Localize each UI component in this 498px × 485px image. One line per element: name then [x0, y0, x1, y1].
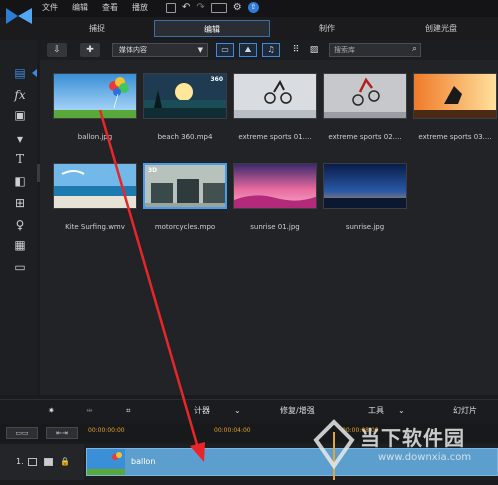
track-header: 1. 🔒 [0, 444, 84, 480]
title-room-icon[interactable]: T [13, 152, 27, 166]
video-filter-icon[interactable]: ▭ [216, 43, 234, 57]
media-item-sunrise-01[interactable]: sunrise 01.jpg [233, 163, 317, 231]
menu-file[interactable]: 文件 [42, 2, 58, 14]
save-icon[interactable] [166, 2, 176, 13]
particle-room-icon[interactable]: ▾ [13, 132, 27, 146]
storyboard-view-icon[interactable]: ▭▭ [6, 427, 38, 439]
powerdirector-window: 文件 编辑 查看 播放 ↶ ↷ ⚙ ⇧ 捕捉 编辑 制作 创建光盘 ▤ fx ▣… [0, 0, 498, 485]
chapter-room-icon[interactable]: ▦ [13, 238, 27, 252]
designer-button[interactable]: 计器 [194, 404, 210, 418]
media-item-tag: 360 [210, 76, 223, 83]
chevron-down-icon: ▼ [197, 46, 203, 54]
update-badge-icon[interactable]: ⇧ [247, 2, 259, 13]
magic-tools-icon[interactable]: ✷ [48, 404, 55, 418]
media-item-ballon[interactable]: ballon.jpg [53, 73, 137, 141]
undo-icon[interactable]: ↶ [182, 2, 190, 13]
media-item-extreme-sports-03[interactable]: extreme sports 03.... [413, 73, 497, 141]
ruler-tick: 00:00:00:00 [88, 427, 125, 434]
media-thumbnail-selected: 3D [143, 163, 227, 209]
media-library: ⇩ ✚ 媒体内容 ▼ ▭ ⛰ ♫ ⠿ ▨ 搜索库 ⌕ ballon.jpg 36… [40, 40, 498, 395]
room-rail: ▤ fx ▣ ▾ T ◧ ⊞ ♀ ▦ ▭ [0, 40, 37, 395]
media-item-label: Kite Surfing.wmv [65, 223, 125, 231]
media-item-sunrise[interactable]: sunrise.jpg [323, 163, 407, 231]
media-item-label: sunrise 01.jpg [250, 223, 300, 231]
image-filter-icon[interactable]: ⛰ [239, 43, 257, 57]
settings-gear-icon[interactable]: ⚙ [233, 2, 242, 13]
media-thumbnail [233, 163, 317, 209]
media-thumbnail [53, 163, 137, 209]
redo-icon[interactable]: ↷ [196, 2, 204, 13]
media-filter-select[interactable]: 媒体内容 ▼ [112, 43, 208, 57]
watermark-text: 当下软件园 [360, 426, 465, 450]
clip-thumbnail [87, 449, 125, 475]
media-item-label: beach 360.mp4 [157, 133, 213, 141]
audio-mixing-icon[interactable]: ⊞ [13, 196, 27, 210]
tab-capture[interactable]: 捕捉 [40, 20, 154, 37]
media-thumbnail [413, 73, 497, 119]
mode-tabs: 捕捉 编辑 制作 创建光盘 [40, 20, 498, 37]
split-icon[interactable]: ⇹ [86, 404, 93, 418]
menu-view[interactable]: 查看 [102, 2, 118, 14]
transition-room-icon[interactable]: ◧ [13, 174, 27, 188]
menu-edit[interactable]: 编辑 [72, 2, 88, 14]
tab-produce[interactable]: 制作 [270, 20, 384, 37]
media-item-beach-360[interactable]: 360 beach 360.mp4 [143, 73, 227, 141]
media-thumbnail [233, 73, 317, 119]
media-filter-value: 媒体内容 [119, 46, 147, 54]
media-thumbnail [323, 163, 407, 209]
ruler-tick: 00:00:04:00 [214, 427, 251, 434]
media-item-label: motorcycles.mpo [154, 223, 216, 231]
app-logo-icon [6, 8, 32, 24]
library-search-input[interactable]: 搜索库 ⌕ [329, 43, 421, 57]
clip-label: ballon [131, 457, 156, 466]
media-room-icon[interactable]: ▤ [13, 66, 27, 80]
watermark-url: www.downxia.com [378, 452, 472, 463]
chevron-down-icon[interactable]: ⌄ [398, 404, 405, 418]
watermark-logo-icon [313, 419, 355, 470]
media-item-label: extreme sports 03.... [418, 133, 492, 141]
grid-view-icon[interactable]: ⠿ [290, 43, 302, 57]
media-item-motorcycles[interactable]: 3D motorcycles.mpo [143, 163, 227, 231]
import-media-icon[interactable]: ⇩ [47, 43, 67, 57]
active-room-marker [32, 69, 37, 77]
track-number: 1. [16, 457, 24, 466]
aspect-ratio-icon[interactable] [210, 2, 227, 13]
media-item-label: sunrise.jpg [345, 223, 385, 231]
media-item-kite-surfing[interactable]: Kite Surfing.wmv [53, 163, 137, 231]
subtitle-room-icon[interactable]: ▭ [13, 260, 27, 274]
media-item-extreme-sports-01[interactable]: extreme sports 01.... [233, 73, 317, 141]
menu-play[interactable]: 播放 [132, 2, 148, 14]
tab-create-disc[interactable]: 创建光盘 [384, 20, 498, 37]
list-view-icon[interactable]: ▨ [308, 43, 320, 57]
media-item-label: extreme sports 02.... [328, 133, 402, 141]
crop-icon[interactable]: ⌗ [126, 404, 131, 418]
search-icon[interactable]: ⌕ [412, 43, 417, 55]
chevron-down-icon[interactable]: ⌄ [234, 404, 241, 418]
media-item-label: ballon.jpg [77, 133, 113, 141]
track-enable-checkbox[interactable] [44, 458, 53, 466]
media-item-label: extreme sports 01.... [238, 133, 312, 141]
track-video-icon[interactable] [28, 458, 37, 466]
watermark: 当下软件园 www.downxia.com [312, 418, 498, 478]
menu-bar: 文件 编辑 查看 播放 ↶ ↷ ⚙ ⇧ [0, 0, 498, 24]
media-thumbnail [323, 73, 407, 119]
tab-edit[interactable]: 编辑 [154, 20, 270, 37]
search-placeholder: 搜索库 [334, 46, 355, 54]
library-toolbar: ⇩ ✚ 媒体内容 ▼ ▭ ⛰ ♫ ⠿ ▨ 搜索库 ⌕ [40, 40, 498, 60]
media-item-tag: 3D [148, 167, 158, 174]
media-item-extreme-sports-02[interactable]: extreme sports 02.... [323, 73, 407, 141]
track-lock-icon[interactable]: 🔒 [60, 457, 70, 466]
pip-room-icon[interactable]: ▣ [13, 108, 27, 122]
slideshow-button[interactable]: 幻灯片 [453, 404, 477, 418]
fix-enhance-button[interactable]: 修复/增强 [280, 404, 315, 418]
plugins-puzzle-icon[interactable]: ✚ [80, 43, 100, 57]
tools-button[interactable]: 工具 [368, 404, 384, 418]
voiceover-mic-icon[interactable]: ♀ [13, 218, 27, 232]
media-thumbnail [53, 73, 137, 119]
fx-room-icon[interactable]: fx [13, 88, 27, 102]
media-thumbnail: 360 [143, 73, 227, 119]
audio-filter-icon[interactable]: ♫ [262, 43, 280, 57]
fit-timeline-icon[interactable]: ⇤⇥ [46, 427, 78, 439]
